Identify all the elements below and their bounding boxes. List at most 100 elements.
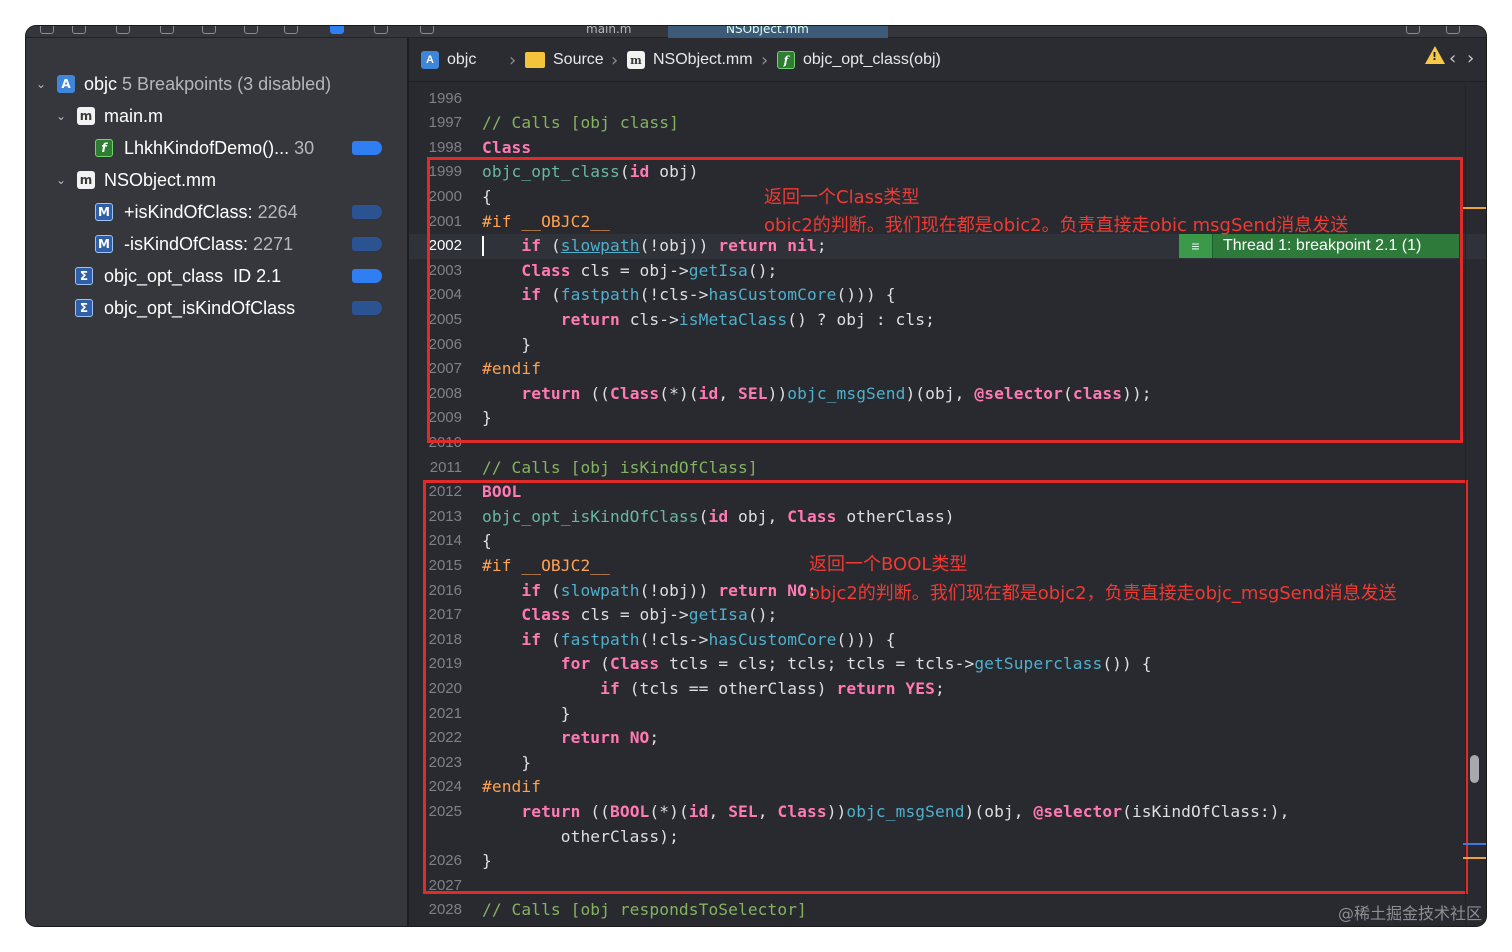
code-text[interactable]: if (fastpath(!cls->hasCustomCore())) { xyxy=(482,285,896,304)
scrollbar-thumb[interactable] xyxy=(1470,755,1479,783)
crumb-folder[interactable]: Source xyxy=(525,38,604,82)
line-number[interactable]: 2001 xyxy=(409,213,462,230)
tab-main-m[interactable]: main.m xyxy=(586,26,632,36)
line-number[interactable]: 1998 xyxy=(409,139,462,156)
line-number[interactable]: 2002 xyxy=(409,237,462,254)
code-text[interactable]: #endif xyxy=(482,777,541,796)
breakpoint-row[interactable]: M +isKindOfClass: 2264 xyxy=(26,196,407,228)
line-number[interactable]: 2007 xyxy=(409,360,462,377)
line-number[interactable]: 2004 xyxy=(409,286,462,303)
report-icon[interactable] xyxy=(374,26,388,34)
folder-icon[interactable] xyxy=(72,26,86,34)
breakpoint-banner[interactable]: ≡ Thread 1: breakpoint 2.1 (1) xyxy=(1179,234,1459,259)
line-number[interactable]: 2011 xyxy=(409,459,462,476)
code-text[interactable]: { xyxy=(482,531,492,550)
chevron-down-icon[interactable]: ⌄ xyxy=(54,109,68,123)
search-icon[interactable] xyxy=(160,26,174,34)
code-text[interactable]: } xyxy=(482,753,531,772)
code-text[interactable]: objc_opt_isKindOfClass(id obj, Class oth… xyxy=(482,507,955,526)
code-text[interactable]: } xyxy=(482,851,492,870)
line-number[interactable]: 2000 xyxy=(409,188,462,205)
code-text[interactable]: Class xyxy=(482,138,531,157)
chevron-right-icon[interactable]: › xyxy=(1467,48,1474,69)
line-number[interactable]: 2016 xyxy=(409,582,462,599)
sidebar-toggle-icon[interactable] xyxy=(40,26,54,34)
code-text[interactable]: Class cls = obj->getIsa(); xyxy=(482,261,777,280)
code-text[interactable]: objc_opt_class(id obj) xyxy=(482,162,699,181)
line-number[interactable]: 2003 xyxy=(409,262,462,279)
inspector-icon[interactable] xyxy=(1446,26,1460,34)
line-number[interactable]: 2013 xyxy=(409,508,462,525)
line-number[interactable]: 1996 xyxy=(409,90,462,107)
line-number[interactable]: 1999 xyxy=(409,163,462,180)
line-number[interactable]: 2026 xyxy=(409,852,462,869)
issue-icon[interactable] xyxy=(202,26,216,34)
symbolic-breakpoint-row[interactable]: Σ objc_opt_class ID 2.1 xyxy=(26,260,407,292)
nav-file-row[interactable]: ⌄ m main.m xyxy=(26,100,407,132)
line-number[interactable]: 2009 xyxy=(409,409,462,426)
code-text[interactable]: otherClass); xyxy=(482,827,679,846)
chevron-left-icon[interactable]: ‹ xyxy=(1449,48,1456,69)
line-number[interactable]: 2017 xyxy=(409,606,462,623)
breakpoint-navigator-icon[interactable] xyxy=(330,26,344,34)
warning-triangle-icon[interactable]: ! xyxy=(1425,46,1445,64)
line-number[interactable]: 2021 xyxy=(409,705,462,722)
crumb-project[interactable]: A objc xyxy=(421,38,476,82)
code-text[interactable]: // Calls [obj isKindOfClass] xyxy=(482,458,758,477)
scrollbar-track[interactable] xyxy=(1465,83,1466,926)
split-editor-icon[interactable] xyxy=(1406,26,1420,34)
code-text[interactable]: BOOL xyxy=(482,482,521,501)
code-text[interactable]: #if __OBJC2__ xyxy=(482,212,610,231)
line-number[interactable]: 2024 xyxy=(409,778,462,795)
code-text[interactable]: // Calls [obj respondsToSelector] xyxy=(482,900,807,919)
debug-icon[interactable] xyxy=(284,26,298,34)
chevron-down-icon[interactable]: ⌄ xyxy=(34,77,48,91)
line-number[interactable]: 2018 xyxy=(409,631,462,648)
code-text[interactable]: if (fastpath(!cls->hasCustomCore())) { xyxy=(482,630,896,649)
breakpoint-disabled-toggle[interactable] xyxy=(352,205,382,219)
source-control-icon[interactable] xyxy=(116,26,130,34)
code-text[interactable]: } xyxy=(482,335,531,354)
grid-icon[interactable] xyxy=(420,26,434,34)
line-number[interactable]: 2028 xyxy=(409,901,462,918)
nav-file-row[interactable]: ⌄ m NSObject.mm xyxy=(26,164,407,196)
crumb-symbol[interactable]: f objc_opt_class(obj) xyxy=(777,38,941,82)
breakpoint-row[interactable]: M -isKindOfClass: 2271 xyxy=(26,228,407,260)
code-text[interactable]: if (tcls == otherClass) return YES; xyxy=(482,679,945,698)
code-text[interactable]: return ((BOOL(*)(id, SEL, Class))objc_ms… xyxy=(482,802,1289,821)
code-text[interactable]: // Calls [obj class] xyxy=(482,113,679,132)
crumb-file[interactable]: m NSObject.mm xyxy=(627,38,753,82)
line-number[interactable]: 2014 xyxy=(409,532,462,549)
code-text[interactable]: return NO; xyxy=(482,728,659,747)
chevron-down-icon[interactable]: ⌄ xyxy=(54,173,68,187)
line-number[interactable]: 2005 xyxy=(409,311,462,328)
code-text[interactable]: } xyxy=(482,408,492,427)
breakpoint-row[interactable]: f LhkhKindofDemo()... 30 xyxy=(26,132,407,164)
line-number[interactable]: 2027 xyxy=(409,877,462,894)
line-number[interactable]: 2006 xyxy=(409,336,462,353)
line-number[interactable]: 2010 xyxy=(409,434,462,451)
line-number[interactable]: 2008 xyxy=(409,385,462,402)
breakpoint-enabled-toggle[interactable] xyxy=(352,269,382,283)
code-text[interactable]: #endif xyxy=(482,359,541,378)
nav-project-row[interactable]: ⌄ A objc 5 Breakpoints (3 disabled) xyxy=(26,68,407,100)
breakpoint-disabled-toggle[interactable] xyxy=(352,301,382,315)
code-text[interactable]: BOOL xyxy=(482,925,521,926)
line-number[interactable]: 2015 xyxy=(409,557,462,574)
line-number[interactable]: 2025 xyxy=(409,803,462,820)
line-number[interactable]: 2012 xyxy=(409,483,462,500)
code-text[interactable]: { xyxy=(482,187,492,206)
breakpoint-disabled-toggle[interactable] xyxy=(352,237,382,251)
line-number[interactable]: 2020 xyxy=(409,680,462,697)
code-text[interactable]: if (slowpath(!obj)) return nil; xyxy=(482,236,827,255)
breakpoint-enabled-toggle[interactable] xyxy=(352,141,382,155)
code-text[interactable]: Class cls = obj->getIsa(); xyxy=(482,605,777,624)
line-number[interactable]: 2022 xyxy=(409,729,462,746)
line-number[interactable]: 2019 xyxy=(409,655,462,672)
line-number[interactable]: 2023 xyxy=(409,754,462,771)
code-text[interactable]: return cls->isMetaClass() ? obj : cls; xyxy=(482,310,935,329)
code-text[interactable]: } xyxy=(482,704,571,723)
source-editor[interactable]: 1996 1997// Calls [obj class] 1998 Class 199… xyxy=(409,83,1486,926)
symbolic-breakpoint-row[interactable]: Σ objc_opt_isKindOfClass xyxy=(26,292,407,324)
code-text[interactable]: return ((Class(*)(id, SEL))objc_msgSend)… xyxy=(482,384,1152,403)
